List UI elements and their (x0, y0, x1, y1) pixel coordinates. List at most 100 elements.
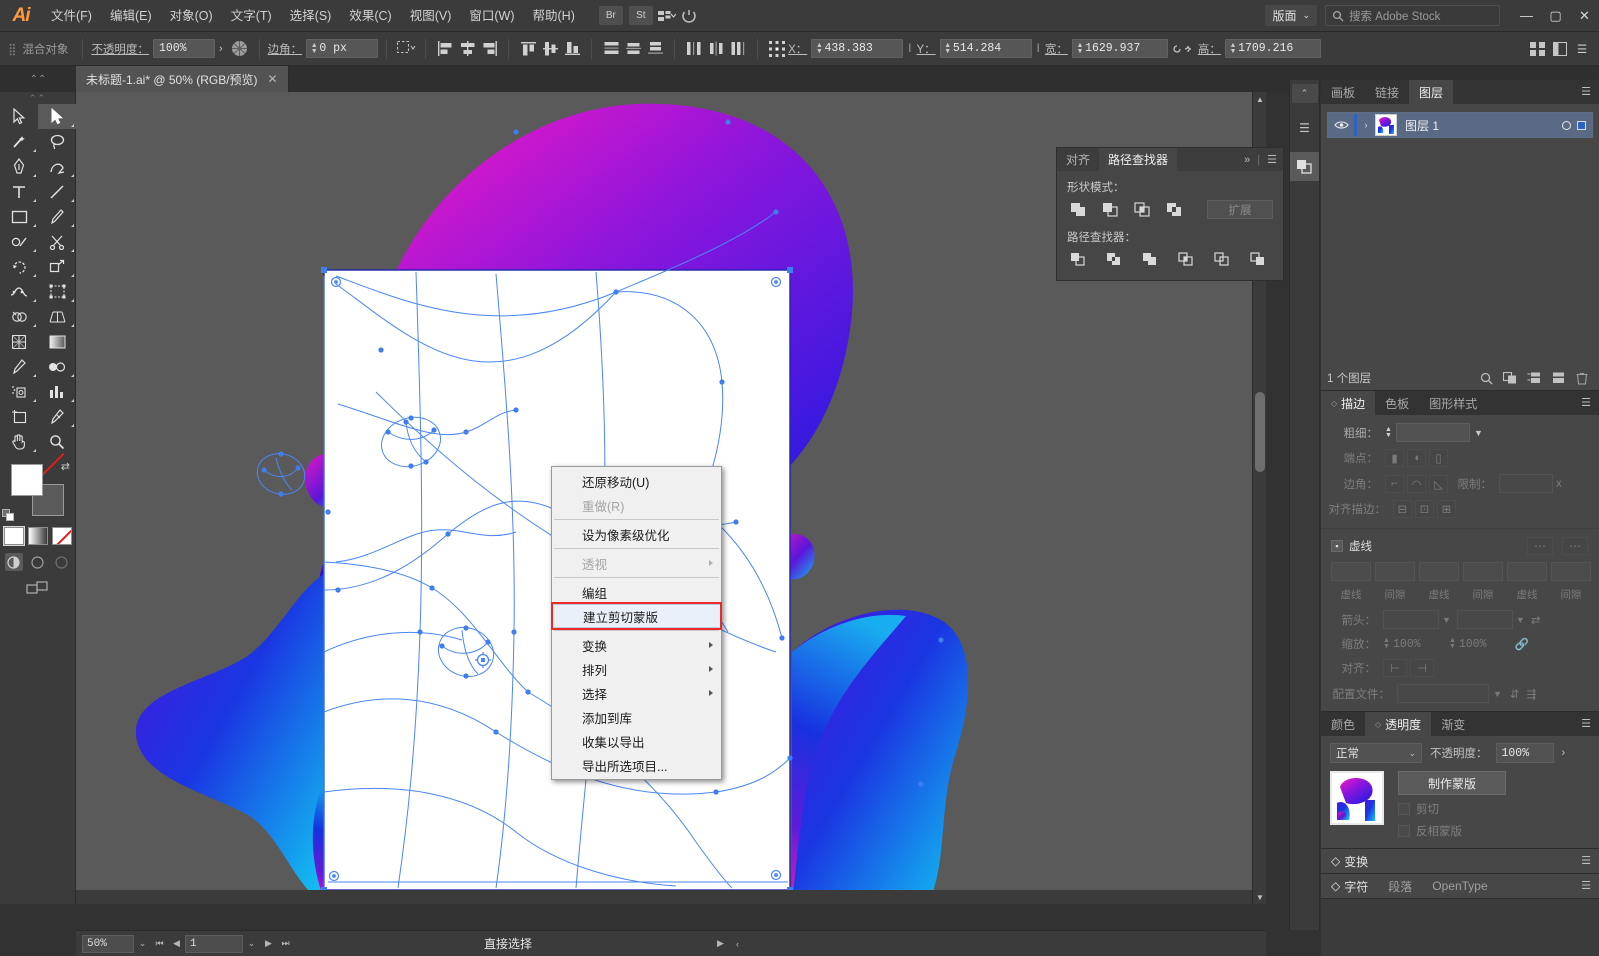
zoom-dropdown-icon[interactable]: ⌄ (134, 935, 151, 953)
tab-align[interactable]: 对齐 (1057, 148, 1099, 171)
scale-stepper-1[interactable]: ▲ ▼ (1383, 637, 1390, 650)
create-new-layer-icon[interactable] (1547, 368, 1569, 388)
minus-front-icon[interactable] (1099, 201, 1121, 219)
pen-tool[interactable] (0, 154, 38, 179)
lasso-tool[interactable] (38, 129, 76, 154)
menu-window[interactable]: 窗口(W) (460, 0, 523, 32)
gap-input-3[interactable] (1551, 562, 1591, 581)
context-menu-item[interactable]: 导出所选项目... (552, 753, 721, 777)
extend-arrow-icon[interactable]: ⊢ (1383, 659, 1407, 677)
menu-type[interactable]: 文字(T) (222, 0, 281, 32)
next-artboard-icon[interactable]: ▶ (260, 935, 277, 953)
toolbar-grip[interactable]: ⌃⌃ (0, 92, 75, 104)
symbol-sprayer-tool[interactable] (0, 379, 38, 404)
slice-tool[interactable] (38, 404, 76, 429)
locate-object-icon[interactable] (1475, 368, 1497, 388)
crop-icon[interactable] (1175, 250, 1197, 268)
make-sublayer-icon[interactable] (1499, 368, 1521, 388)
y-input[interactable]: ▲ ▼ 514.284 (939, 39, 1032, 58)
tab-graphic-styles[interactable]: 图形样式 (1419, 391, 1487, 415)
scissors-tool[interactable] (38, 229, 76, 254)
arrange-grid-icon[interactable] (1527, 38, 1549, 60)
bevel-join-icon[interactable]: ◺ (1429, 474, 1448, 493)
flip-along-icon[interactable]: ⇵ (1510, 687, 1520, 701)
maximize-button[interactable]: ▢ (1541, 0, 1570, 32)
free-transform-tool[interactable] (38, 279, 76, 304)
tab-color[interactable]: 颜色 (1321, 712, 1365, 736)
character-panel-collapsed[interactable]: ◇ 字符 段落 OpenType ☰ (1321, 874, 1599, 899)
transparency-panel-menu-icon[interactable]: ☰ (1581, 718, 1599, 730)
dash-input-2[interactable] (1419, 562, 1459, 581)
corner-input[interactable]: ▲ ▼ 0 px (306, 39, 379, 58)
select-art-icon[interactable] (1577, 120, 1586, 130)
scroll-down-icon[interactable]: ▼ (1253, 890, 1266, 904)
gradient-fill-mode[interactable] (27, 527, 48, 545)
scale-stepper-2[interactable]: ▲ ▼ (1449, 637, 1456, 650)
context-menu-item[interactable]: 添加到库 (552, 705, 721, 729)
line-segment-tool[interactable] (38, 179, 76, 204)
zoom-level-input[interactable]: 50% (82, 934, 134, 953)
artboard-number-input[interactable]: 1 (185, 934, 243, 953)
transparency-opacity-input[interactable]: 100% (1495, 743, 1554, 763)
link-arrow-scale-icon[interactable]: 🔗 (1515, 637, 1529, 651)
distribute-bottom-icon[interactable] (644, 38, 666, 60)
x-input[interactable]: ▲ ▼ 438.383 (811, 39, 904, 58)
menu-file[interactable]: 文件(F) (42, 0, 101, 32)
align-stroke-outside-icon[interactable]: ⊞ (1437, 500, 1456, 518)
unite-icon[interactable] (1067, 201, 1089, 219)
menu-help[interactable]: 帮助(H) (524, 0, 584, 32)
tab-opentype[interactable]: OpenType (1422, 874, 1497, 899)
projecting-cap-icon[interactable]: ▯ (1429, 449, 1448, 467)
selection-tool[interactable] (0, 104, 38, 129)
place-arrow-icon[interactable]: ⊣ (1410, 659, 1434, 677)
none-fill-mode[interactable] (51, 527, 72, 545)
context-menu-item[interactable]: 还原移动(U) (552, 469, 721, 493)
status-expand-icon[interactable]: ▶ (712, 935, 729, 953)
arrow-scale-1[interactable]: 100% (1393, 638, 1449, 651)
distribute-center-h-icon[interactable] (705, 38, 727, 60)
prev-artboard-icon[interactable]: ◀ (168, 935, 185, 953)
link-broken-icon[interactable] (1172, 38, 1194, 60)
width-input[interactable]: ▲ ▼ 1629.937 (1071, 39, 1168, 58)
gradient-tool[interactable] (38, 329, 76, 354)
sync-settings-icon[interactable] (678, 5, 700, 27)
panel-toggle-icon[interactable] (1549, 38, 1571, 60)
invert-mask-checkbox-row[interactable]: 反相蒙版 (1398, 823, 1506, 839)
distribute-left-icon[interactable] (683, 38, 705, 60)
tab-stroke[interactable]: ◇ 描边 (1321, 391, 1376, 415)
context-menu[interactable]: 还原移动(U) 重做(R) 设为像素级优化 透视 编组 建立剪切蒙版 变换 排列 选择 添加到库收… (551, 466, 722, 780)
arrow-start-caret-icon[interactable]: ▼ (1442, 615, 1451, 625)
x-stepper[interactable]: ▲ ▼ (817, 42, 821, 55)
dash-input-1[interactable] (1331, 562, 1371, 581)
shaper-tool[interactable] (0, 229, 38, 254)
mesh-tool[interactable] (0, 329, 38, 354)
context-menu-item[interactable]: 选择 (552, 681, 721, 705)
transparency-opacity-expand-icon[interactable]: › (1562, 747, 1566, 759)
height-input[interactable]: ▲ ▼ 1709.216 (1224, 39, 1321, 58)
arrow-scale-2[interactable]: 100% (1459, 638, 1515, 651)
dash-input-3[interactable] (1507, 562, 1547, 581)
eyedropper-tool[interactable] (0, 354, 38, 379)
gap-input-1[interactable] (1375, 562, 1415, 581)
artboard-dropdown-icon[interactable]: ⌄ (243, 935, 260, 953)
clip-checkbox-row[interactable]: 剪切 (1398, 801, 1506, 817)
miter-join-icon[interactable]: ⌐ (1385, 474, 1404, 493)
pathfinder-icon[interactable] (1290, 152, 1319, 181)
status-scroll-icon[interactable]: ‹ (729, 935, 746, 953)
target-circle-icon[interactable] (1562, 120, 1571, 130)
menu-edit[interactable]: 编辑(E) (101, 0, 161, 32)
tab-transparency[interactable]: ◇ 透明度 (1365, 712, 1432, 736)
transparency-grid-icon[interactable] (229, 38, 251, 60)
minimize-button[interactable]: — (1512, 0, 1541, 32)
eye-icon[interactable] (1328, 120, 1354, 130)
arrow-start-select[interactable] (1383, 610, 1439, 629)
perspective-grid-tool[interactable] (38, 304, 76, 329)
profile-select[interactable] (1397, 684, 1489, 703)
paintbrush-tool[interactable] (38, 204, 76, 229)
tab-paragraph[interactable]: 段落 (1378, 874, 1422, 899)
align-top-icon[interactable] (517, 38, 539, 60)
divide-icon[interactable] (1067, 250, 1089, 268)
weight-stepper[interactable]: ▲ ▼ (1385, 426, 1392, 439)
context-menu-item[interactable]: 设为像素级优化 (552, 522, 721, 546)
weight-dropdown-icon[interactable]: ▼ (1474, 428, 1483, 438)
